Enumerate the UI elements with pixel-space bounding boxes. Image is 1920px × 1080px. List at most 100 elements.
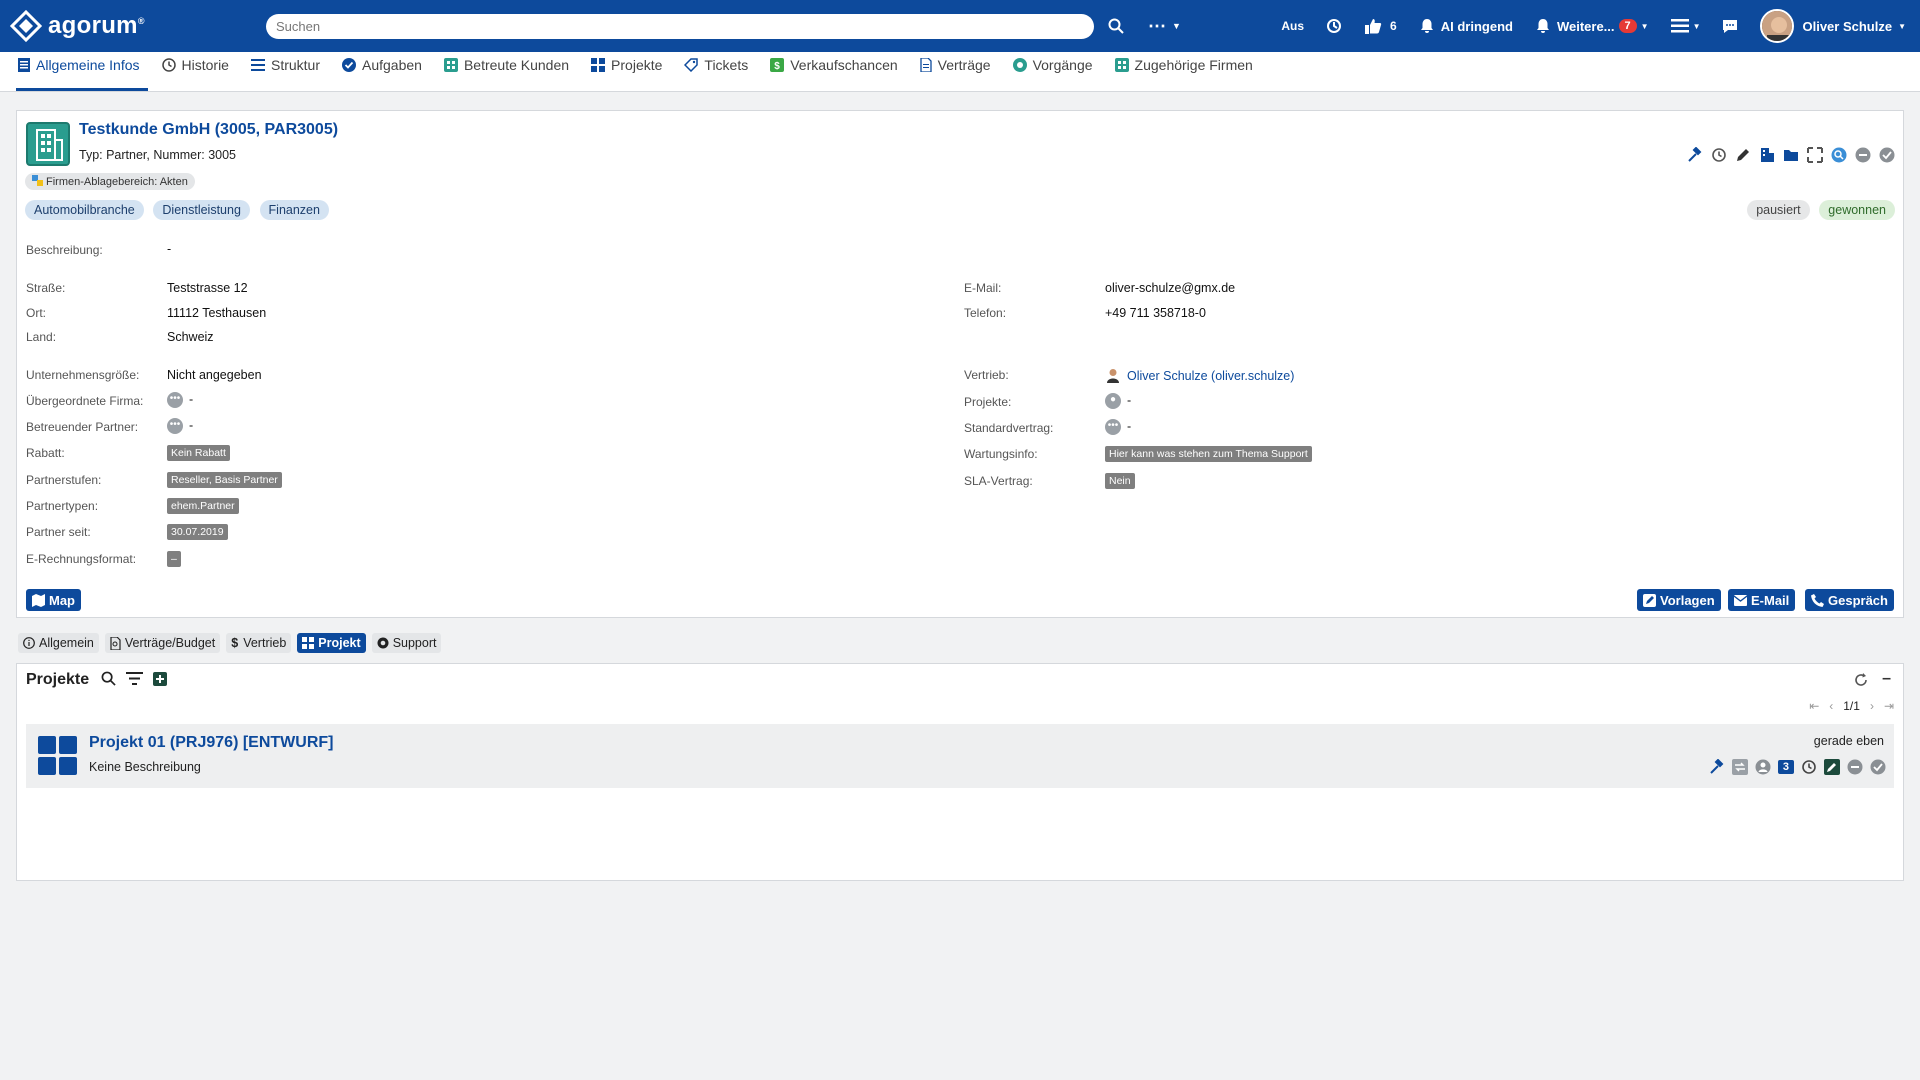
- industry-tags: Automobilbranche Dienstleistung Finanzen: [25, 200, 335, 220]
- tab-historie[interactable]: Historie: [160, 51, 237, 91]
- search-circle-icon[interactable]: [1831, 147, 1847, 163]
- list-item[interactable]: Projekt 01 (PRJ976) [ENTWURF] Keine Besc…: [26, 724, 1894, 788]
- minus-circle-icon[interactable]: [1855, 147, 1871, 163]
- project-title[interactable]: Projekt 01 (PRJ976) [ENTWURF]: [89, 734, 334, 752]
- first-page-icon[interactable]: ⇤: [1809, 699, 1819, 713]
- status-text[interactable]: Aus: [1281, 19, 1304, 33]
- tools-icon[interactable]: [1709, 758, 1725, 775]
- tab-tickets[interactable]: Tickets: [682, 51, 756, 91]
- tag-finanzen[interactable]: Finanzen: [259, 200, 329, 220]
- subtab-support[interactable]: Support: [371, 633, 442, 653]
- tag-automobilbranche[interactable]: Automobilbranche: [25, 200, 144, 220]
- telefon-value[interactable]: +49 711 358718-0: [1105, 306, 1206, 320]
- user-name: Oliver Schulze: [1802, 18, 1893, 34]
- count-badge[interactable]: 3: [1777, 760, 1794, 774]
- gespraech-button[interactable]: Gespräch: [1805, 589, 1894, 611]
- project-actions: 3: [1709, 758, 1886, 775]
- subtab-vertrieb[interactable]: $ Vertrieb: [226, 633, 292, 653]
- search-icon[interactable]: [1108, 18, 1124, 34]
- email-button[interactable]: E-Mail: [1728, 589, 1796, 611]
- dollar-icon: $: [231, 636, 239, 650]
- status-won[interactable]: gewonnen: [1819, 200, 1895, 220]
- expand-icon[interactable]: [1807, 147, 1823, 163]
- logo-text: agorum®: [48, 12, 145, 39]
- more-notifications[interactable]: Weitere... 7 ▼: [1535, 18, 1649, 34]
- chevron-down-icon: ▼: [1898, 21, 1906, 31]
- next-page-icon[interactable]: ›: [1870, 699, 1874, 713]
- ort-label: Ort:: [26, 306, 46, 320]
- vorlagen-button[interactable]: Vorlagen: [1637, 589, 1721, 611]
- tab-vertraege[interactable]: Verträge: [918, 51, 999, 91]
- add-icon[interactable]: [153, 671, 168, 689]
- prev-page-icon[interactable]: ‹: [1829, 699, 1833, 713]
- agorum-logo[interactable]: agorum®: [9, 9, 250, 43]
- tab-allgemeine-infos[interactable]: Allgemeine Infos: [16, 51, 148, 91]
- last-page-icon[interactable]: ⇥: [1884, 699, 1894, 713]
- vertrieb-value[interactable]: Oliver Schulze (oliver.schulze): [1105, 367, 1294, 383]
- ai-urgent[interactable]: AI dringend: [1419, 18, 1513, 34]
- user-menu[interactable]: Oliver Schulze ▼: [1760, 9, 1906, 43]
- sla-label: SLA-Vertrag:: [964, 474, 1033, 488]
- beschreibung-value: -: [167, 242, 172, 256]
- chevron-down-icon: ▼: [1640, 21, 1649, 31]
- projekte-value[interactable]: ● -: [1105, 393, 1131, 409]
- transfer-icon[interactable]: [1731, 759, 1748, 775]
- minus-circle-icon[interactable]: [1847, 759, 1863, 775]
- pager: ⇤ ‹ 1/1 › ⇥: [1809, 699, 1894, 713]
- projects-header: Projekte: [26, 671, 168, 689]
- folder-tag[interactable]: Firmen-Ablagebereich: Akten: [25, 173, 201, 190]
- search-input[interactable]: Suchen: [266, 13, 1094, 39]
- person-avatar-icon: [1107, 369, 1119, 383]
- rabatt-value: Kein Rabatt: [167, 445, 230, 461]
- building-icon: [1114, 57, 1129, 72]
- subtab-allgemein[interactable]: Allgemein: [18, 633, 99, 653]
- tag-dienstleistung[interactable]: Dienstleistung: [153, 200, 250, 220]
- collapse-icon[interactable]: –: [1882, 670, 1891, 688]
- clock-icon[interactable]: [1801, 759, 1817, 775]
- tab-aufgaben[interactable]: Aufgaben: [340, 51, 430, 91]
- notification-badge: 7: [1618, 19, 1637, 33]
- tab-zugehoerige-firmen[interactable]: Zugehörige Firmen: [1113, 51, 1261, 91]
- person-circle-icon[interactable]: [1755, 759, 1771, 775]
- beschreibung-label: Beschreibung:: [26, 243, 103, 257]
- filter-icon[interactable]: [126, 672, 144, 688]
- tab-projekte[interactable]: Projekte: [589, 51, 670, 91]
- strasse-label: Straße:: [26, 281, 66, 295]
- status-paused[interactable]: pausiert: [1747, 200, 1810, 220]
- edit-icon[interactable]: [1735, 147, 1751, 163]
- wartung-value: Hier kann was stehen zum Thema Support: [1105, 446, 1312, 462]
- subtab-projekt[interactable]: Projekt: [297, 633, 366, 653]
- search-icon[interactable]: [101, 671, 116, 689]
- subtab-vertraege-budget[interactable]: Verträge/Budget: [104, 633, 221, 653]
- map-button[interactable]: Map: [26, 589, 81, 611]
- grid-icon: [591, 57, 606, 72]
- building-link-icon[interactable]: [1759, 147, 1775, 163]
- chat-icon[interactable]: [1722, 19, 1738, 34]
- refresh-icon[interactable]: [1854, 673, 1868, 690]
- page-indicator: 1/1: [1843, 699, 1860, 713]
- likes[interactable]: 6: [1364, 18, 1397, 34]
- edit-icon[interactable]: [1824, 759, 1840, 775]
- tab-struktur[interactable]: Struktur: [249, 51, 328, 91]
- uebergeordnet-value[interactable]: ••• -: [167, 392, 193, 408]
- land-label: Land:: [26, 330, 57, 344]
- company-title[interactable]: Testkunde GmbH (3005, PAR3005): [79, 121, 338, 139]
- hamburger-menu-icon[interactable]: ▼: [1670, 19, 1700, 33]
- tab-betreute-kunden[interactable]: Betreute Kunden: [442, 51, 577, 91]
- tab-verkaufschancen[interactable]: $ Verkaufschancen: [768, 51, 905, 91]
- standard-value[interactable]: ••• -: [1105, 419, 1131, 435]
- status-toggle-icon[interactable]: [1326, 18, 1342, 34]
- email-value[interactable]: oliver-schulze@gmx.de: [1105, 281, 1235, 295]
- list-icon: [250, 58, 265, 71]
- typen-value: ehem.Partner: [167, 498, 239, 514]
- tools-icon[interactable]: [1687, 146, 1703, 163]
- partner-value[interactable]: ••• -: [167, 418, 193, 434]
- groesse-label: Unternehmensgröße:: [26, 368, 140, 382]
- folder-color-icon: [32, 175, 43, 186]
- tab-vorgaenge[interactable]: Vorgänge: [1011, 51, 1101, 91]
- check-circle-icon[interactable]: [1879, 147, 1895, 163]
- more-menu-icon[interactable]: ⋯ ▼: [1148, 16, 1181, 37]
- clock-icon[interactable]: [1711, 147, 1727, 163]
- folder-icon[interactable]: [1783, 147, 1799, 163]
- check-circle-icon[interactable]: [1870, 759, 1886, 775]
